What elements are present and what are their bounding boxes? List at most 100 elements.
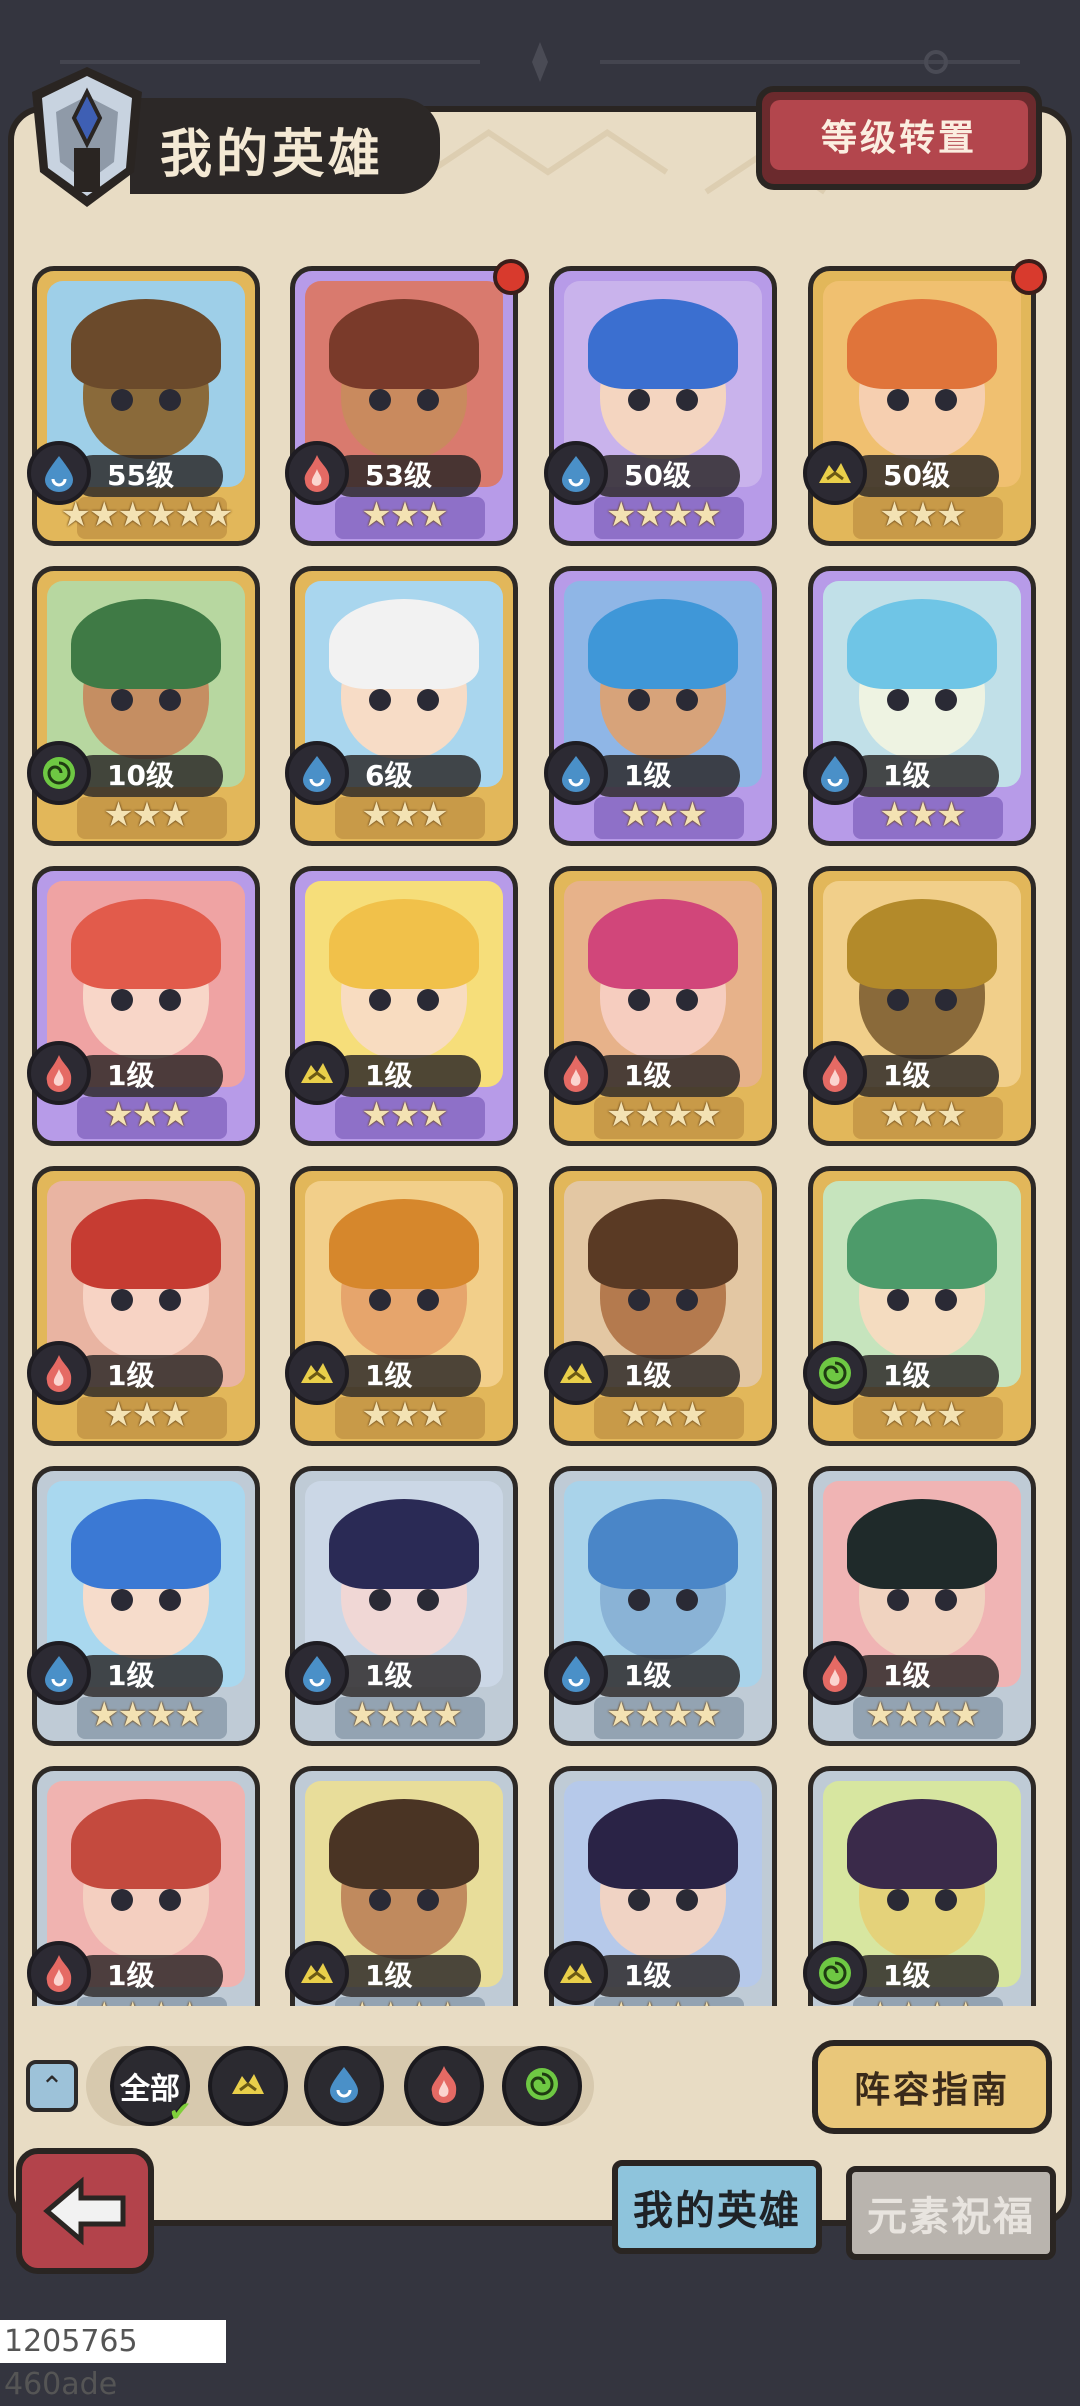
filter-earth-button[interactable] <box>208 2046 288 2126</box>
hero-card[interactable]: 1级★★★★ <box>803 1766 1036 2006</box>
hero-card[interactable]: 1级 ★★★ <box>27 1166 260 1446</box>
hero-card[interactable]: 1级★★★★ <box>544 866 777 1146</box>
hero-card[interactable]: 1级 ★★★ <box>803 1166 1036 1446</box>
hero-eye <box>159 1289 181 1311</box>
hero-card[interactable]: 1级 ★★★ <box>803 866 1036 1146</box>
fire-element-icon <box>803 1041 867 1105</box>
hero-eye <box>935 689 957 711</box>
hero-level: 1级 <box>107 1659 155 1692</box>
hero-level: 1级 <box>107 1359 155 1392</box>
hero-card[interactable]: 55级 ★★★★★★ <box>27 266 260 546</box>
hero-level: 1级 <box>365 1959 413 1992</box>
filter-fire-button[interactable] <box>404 2046 484 2126</box>
hero-eye <box>111 389 133 411</box>
hero-card[interactable]: 1级 ★★★ <box>544 1166 777 1446</box>
back-button[interactable] <box>16 2148 154 2274</box>
hero-eye <box>676 389 698 411</box>
water-element-icon <box>544 741 608 805</box>
hero-level: 1级 <box>883 1359 931 1392</box>
earth-element-icon <box>285 1041 349 1105</box>
hero-card[interactable]: 1级★★★★ <box>27 1766 260 2006</box>
hero-eye <box>369 1889 391 1911</box>
water-element-icon <box>544 441 608 505</box>
hero-eye <box>628 1889 650 1911</box>
hero-card[interactable]: 53级 ★★★ <box>285 259 529 546</box>
wind-element-icon <box>27 741 91 805</box>
hero-eye <box>935 1289 957 1311</box>
hero-eye <box>887 1289 909 1311</box>
hero-eye <box>111 1589 133 1611</box>
hero-level: 10级 <box>107 759 174 792</box>
hero-eye <box>887 689 909 711</box>
water-element-icon <box>803 741 867 805</box>
hero-hair <box>588 899 738 989</box>
back-arrow-icon <box>43 2176 126 2246</box>
hero-eye <box>111 689 133 711</box>
hero-level: 55级 <box>107 459 174 492</box>
earth-element-icon <box>803 441 867 505</box>
hero-card[interactable]: 1级 ★★★ <box>285 1166 518 1446</box>
filter-water-button[interactable] <box>304 2046 384 2126</box>
page-title: 我的英雄 <box>160 125 385 185</box>
water-element-icon <box>27 1641 91 1705</box>
hero-card[interactable]: 1级★★★★ <box>285 1466 518 1746</box>
hero-eye <box>369 389 391 411</box>
hero-card[interactable]: 1级★★★★ <box>544 1466 777 1746</box>
hero-eye <box>417 689 439 711</box>
hero-card[interactable]: 1级★★★★ <box>285 1766 518 2006</box>
hero-card[interactable]: 10级 ★★★ <box>27 566 260 846</box>
wind-element-icon <box>803 1341 867 1405</box>
hero-card[interactable]: 1级 ★★★ <box>544 566 777 846</box>
hero-hair <box>71 899 221 989</box>
hero-card[interactable]: 1级 ★★★ <box>27 866 260 1146</box>
hero-eye <box>159 1589 181 1611</box>
hero-eye <box>111 1889 133 1911</box>
fire-element-icon <box>424 2064 464 2108</box>
hero-hair <box>847 1199 997 1289</box>
hero-eye <box>159 389 181 411</box>
water-element-icon <box>324 2064 364 2108</box>
hero-hair <box>71 599 221 689</box>
hero-hair <box>71 299 221 389</box>
hero-hair <box>329 1799 479 1889</box>
level-reset-button[interactable]: 等级转置 <box>756 86 1042 190</box>
footer-id-label: 1205765 460ade <box>0 2320 226 2402</box>
hero-card[interactable]: 1级★★★★ <box>803 1466 1036 1746</box>
hero-level: 1级 <box>624 759 672 792</box>
hero-card[interactable]: 50级 ★★★★ <box>544 266 777 546</box>
hero-card[interactable]: 50级 ★★★ <box>803 259 1047 546</box>
tab-element-blessing[interactable]: 元素祝福 <box>846 2166 1056 2260</box>
hero-hair <box>71 1499 221 1589</box>
hero-card[interactable]: 1级 ★★★ <box>803 566 1036 846</box>
collapse-toggle-button[interactable]: ⌃ <box>26 2060 78 2112</box>
filter-wind-button[interactable] <box>502 2046 582 2126</box>
fire-element-icon <box>285 441 349 505</box>
fire-element-icon <box>27 1041 91 1105</box>
hero-hair <box>847 1499 997 1589</box>
hero-level: 1级 <box>365 1359 413 1392</box>
hero-eye <box>676 1289 698 1311</box>
filter-all-button[interactable]: 全部 ✔ <box>110 2046 192 2128</box>
earth-element-icon <box>285 1341 349 1405</box>
checkmark-icon: ✔ <box>168 2095 192 2128</box>
hero-card[interactable]: 1级 ★★★ <box>285 866 518 1146</box>
hero-eye <box>628 1289 650 1311</box>
hero-hair <box>847 299 997 389</box>
earth-element-icon <box>544 1941 608 2005</box>
hero-eye <box>887 989 909 1011</box>
tab-my-heroes[interactable]: 我的英雄 <box>612 2160 822 2254</box>
water-element-icon <box>285 741 349 805</box>
earth-element-icon <box>544 1341 608 1405</box>
hero-card[interactable]: 6级 ★★★ <box>285 566 518 846</box>
hero-card[interactable]: 1级★★★★ <box>27 1466 260 1746</box>
hero-eye <box>417 1589 439 1611</box>
hero-eye <box>111 1289 133 1311</box>
hero-level: 1级 <box>624 1959 672 1992</box>
hero-eye <box>887 389 909 411</box>
hero-hair <box>588 1799 738 1889</box>
hero-level: 1级 <box>107 1059 155 1092</box>
hero-hair <box>588 299 738 389</box>
lineup-guide-button[interactable]: 阵容指南 <box>812 2040 1052 2134</box>
hero-card[interactable]: 1级★★★★ <box>544 1766 777 2006</box>
hero-eye <box>676 1589 698 1611</box>
